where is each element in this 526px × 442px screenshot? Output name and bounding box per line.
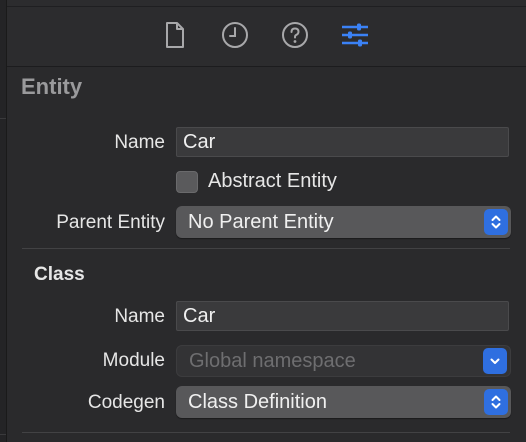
codegen-value: Class Definition <box>188 391 327 413</box>
file-inspector-icon[interactable] <box>160 20 190 50</box>
codegen-label: Codegen <box>87 392 165 413</box>
chevron-down-icon <box>483 348 507 374</box>
module-label: Module <box>102 350 165 371</box>
section-divider <box>22 432 510 433</box>
entity-section-title: Entity <box>21 74 83 99</box>
attributes-inspector-icon[interactable] <box>340 20 370 50</box>
codegen-popup[interactable]: Class Definition <box>176 386 511 418</box>
class-name-field[interactable]: Car <box>176 301 509 331</box>
class-name-label: Name <box>114 306 165 327</box>
parent-entity-value: No Parent Entity <box>188 211 334 233</box>
parent-entity-label: Parent Entity <box>56 212 165 233</box>
abstract-entity-label[interactable]: Abstract Entity <box>208 170 337 193</box>
updown-chevron-icon <box>484 209 508 235</box>
quick-help-icon[interactable] <box>280 20 310 50</box>
module-value: Global namespace <box>189 350 356 372</box>
entity-name-label: Name <box>114 132 165 153</box>
history-inspector-icon[interactable] <box>220 20 250 50</box>
module-popup[interactable]: Global namespace <box>176 345 511 377</box>
inspector-toolbar <box>7 0 526 67</box>
section-divider <box>22 248 510 249</box>
entity-name-field[interactable]: Car <box>176 127 509 157</box>
class-section-title: Class <box>34 264 85 285</box>
abstract-entity-checkbox[interactable] <box>176 171 198 193</box>
updown-chevron-icon <box>484 389 508 415</box>
left-panel-edge <box>0 0 7 442</box>
parent-entity-popup[interactable]: No Parent Entity <box>176 206 511 238</box>
